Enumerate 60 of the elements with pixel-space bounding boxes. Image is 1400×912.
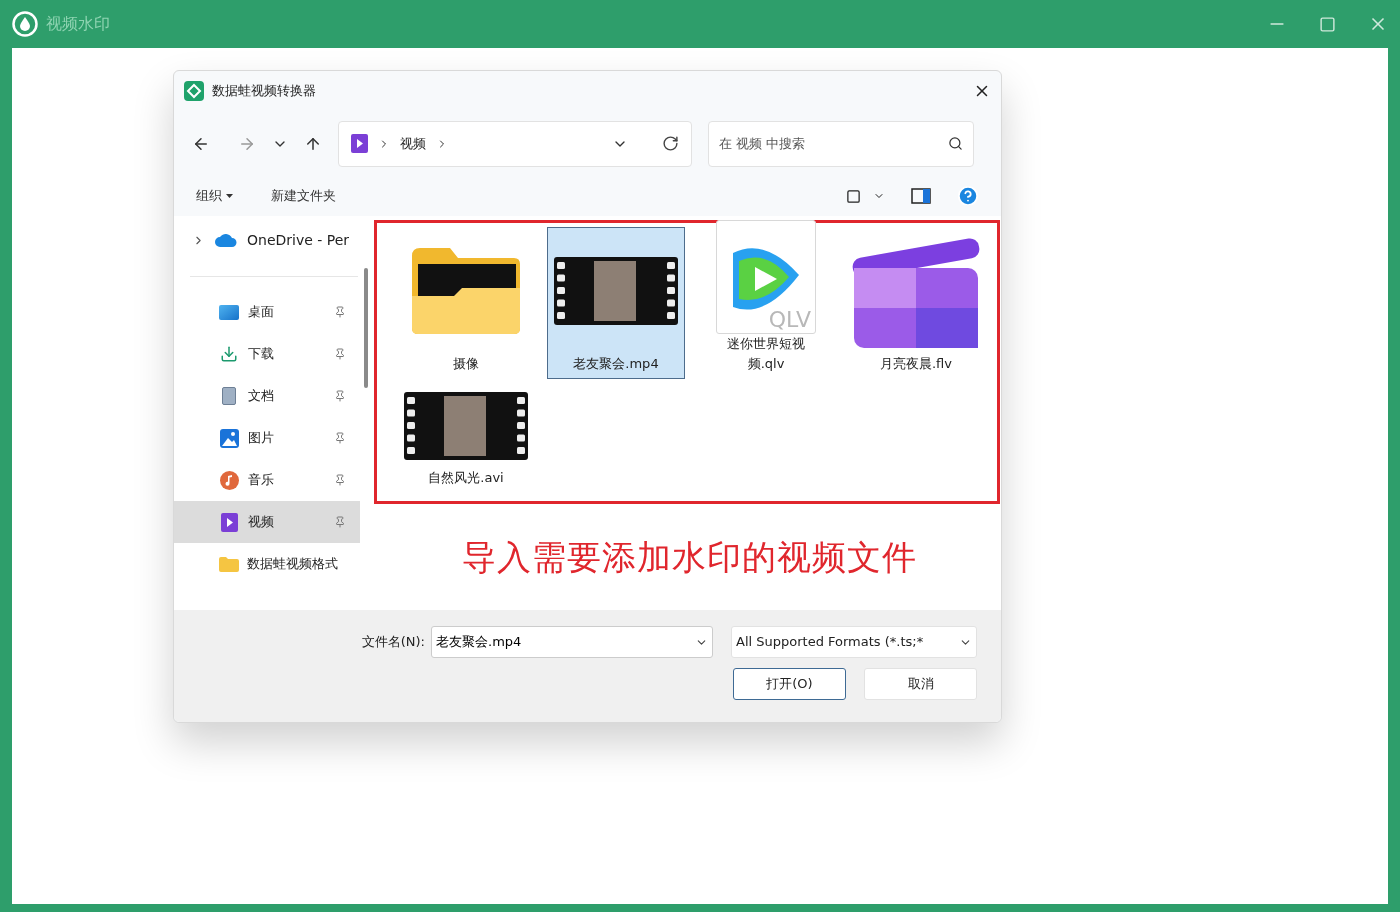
dialog-title: 数据蛙视频转换器 <box>212 82 316 101</box>
nav-item[interactable]: 文档 <box>174 375 360 417</box>
search-input[interactable]: 在 视频 中搜索 <box>719 133 948 154</box>
video-icon <box>351 134 368 153</box>
picture-icon <box>219 428 239 448</box>
nav-label: 音乐 <box>248 471 274 490</box>
nav-item[interactable]: OneDrive - Per <box>247 229 350 251</box>
nav-label: 文档 <box>248 387 274 406</box>
file-type-dropdown[interactable]: All Supported Formats (*.ts;* <box>731 626 977 658</box>
nav-item[interactable]: 图片 <box>174 417 360 459</box>
preview-pane-icon[interactable] <box>911 188 931 204</box>
refresh-icon[interactable] <box>662 135 679 152</box>
new-folder-button[interactable]: 新建文件夹 <box>271 186 336 206</box>
breadcrumb-item[interactable]: 视频 <box>400 133 426 154</box>
filename-field[interactable]: 老友聚会.mp4 <box>431 626 713 658</box>
help-icon[interactable] <box>957 185 979 207</box>
music-icon <box>219 470 239 490</box>
nav-label: 下载 <box>248 345 274 364</box>
view-icon[interactable] <box>846 188 861 204</box>
file-name: 月亮夜晨.flv <box>879 355 953 373</box>
file-item[interactable]: 自然风光.avi <box>397 383 535 493</box>
nav-label: 视频 <box>248 513 274 532</box>
open-button[interactable]: 打开(O) <box>733 668 846 700</box>
nav-item[interactable]: 下载 <box>174 333 360 375</box>
file-item[interactable]: QLV 迷你世界短视频.qlv <box>697 227 835 379</box>
folder-icon <box>410 246 522 336</box>
organize-menu[interactable]: 组织 <box>196 186 233 206</box>
nav-item[interactable]: 音乐 <box>174 459 360 501</box>
video-icon <box>220 512 238 532</box>
nav-label: 图片 <box>248 429 274 448</box>
nav-label: 数据蛙视频格式 <box>247 555 338 574</box>
file-item[interactable]: 摄像 <box>397 227 535 379</box>
desktop-icon <box>219 304 239 320</box>
document-icon <box>222 387 236 405</box>
search-field[interactable]: 在 视频 中搜索 <box>708 120 974 167</box>
nav-item[interactable]: 视频 <box>174 501 360 543</box>
download-icon <box>220 345 238 363</box>
caret-icon <box>226 194 233 198</box>
cloud-icon <box>215 233 237 247</box>
file-name: 迷你世界短视频.qlv <box>726 335 806 373</box>
file-type-value: All Supported Formats (*.ts;* <box>736 633 925 652</box>
address-bar[interactable]: 视频 <box>338 120 692 167</box>
app-logo-icon <box>184 81 204 101</box>
search-icon[interactable] <box>948 136 963 151</box>
annotation-text: 导入需要添加水印的视频文件 <box>461 535 917 579</box>
cancel-button[interactable]: 取消 <box>864 668 977 700</box>
file-name: 自然风光.avi <box>427 469 505 487</box>
file-item[interactable]: 老友聚会.mp4 <box>547 227 685 379</box>
app-title: 视频水印 <box>46 13 110 35</box>
file-name: 老友聚会.mp4 <box>572 355 660 373</box>
folder-icon <box>218 556 239 572</box>
water-drop-icon <box>12 11 38 37</box>
file-item[interactable]: 月亮夜晨.flv <box>847 227 985 379</box>
file-type-label: QLV <box>768 309 811 331</box>
file-name: 摄像 <box>452 355 480 373</box>
nav-item[interactable]: 桌面 <box>174 291 360 333</box>
filename-input[interactable]: 老友聚会.mp4 <box>436 632 695 652</box>
filename-label: 文件名(N): <box>361 633 425 652</box>
nav-label: 桌面 <box>248 303 274 322</box>
nav-item[interactable]: 数据蛙视频格式 <box>174 543 360 585</box>
